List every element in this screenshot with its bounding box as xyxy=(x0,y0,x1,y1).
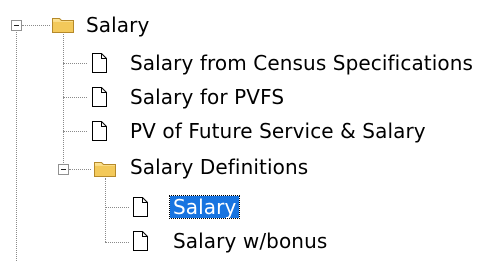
tree-node-label: Salary from Census Specifications xyxy=(130,51,474,75)
tree-connector xyxy=(63,34,64,175)
tree-connector xyxy=(105,178,106,242)
document-icon xyxy=(92,53,107,73)
folder-open-icon xyxy=(52,18,74,33)
collapse-toggle[interactable] xyxy=(11,20,22,31)
tree-connector xyxy=(63,131,87,132)
tree-node-label: Salary xyxy=(86,13,150,37)
tree-connector xyxy=(63,97,87,98)
tree-connector xyxy=(105,207,129,208)
tree-node-label: Salary w/bonus xyxy=(173,229,328,253)
tree-connector xyxy=(105,242,129,243)
document-icon xyxy=(133,231,148,251)
tree-node-label: Salary Definitions xyxy=(130,155,309,179)
document-icon xyxy=(133,197,148,217)
collapse-toggle[interactable] xyxy=(58,164,69,175)
folder-open-icon xyxy=(94,162,116,177)
tree-connector xyxy=(16,32,17,261)
document-icon xyxy=(92,87,107,107)
tree-connector xyxy=(69,169,91,170)
tree-connector xyxy=(22,25,50,26)
tree-node-label: PV of Future Service & Salary xyxy=(130,119,426,143)
tree-view[interactable]: Salary Salary from Census Specifications… xyxy=(0,0,488,261)
minus-icon xyxy=(61,169,66,170)
tree-connector xyxy=(63,63,87,64)
document-icon xyxy=(92,121,107,141)
minus-icon xyxy=(14,25,19,26)
tree-node-label: Salary for PVFS xyxy=(130,85,285,109)
tree-node-label-selected: Salary xyxy=(168,195,241,219)
